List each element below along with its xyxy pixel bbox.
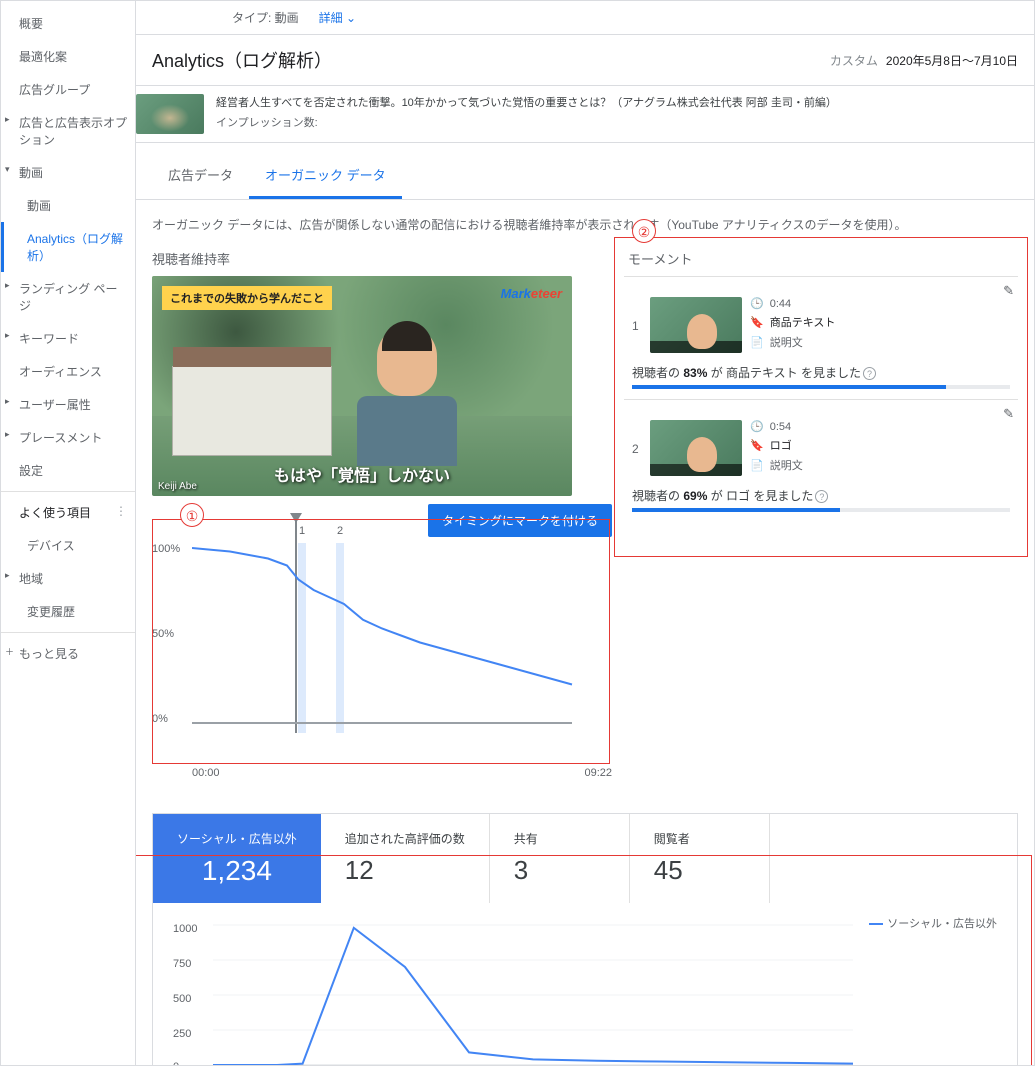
y-tick-100: 100% — [152, 543, 180, 555]
side-item-keywords[interactable]: ▸キーワード — [1, 322, 135, 355]
ts-y-tick: 0 — [173, 1061, 179, 1065]
sidebar: 概要 最適化案 広告グループ ▸広告と広告表示オプション ▾動画 動画 Anal… — [1, 1, 136, 1065]
metric-label: ソーシャル・広告以外 — [177, 830, 297, 847]
side-section-frequent: よく使う項目 ⋮ — [1, 496, 135, 529]
metric-value: 3 — [514, 855, 605, 886]
moment-thumb-2[interactable] — [650, 420, 742, 476]
side-item-analytics[interactable]: Analytics（ログ解析） — [1, 222, 135, 272]
video-thumbnail[interactable] — [136, 94, 204, 134]
moment-stat-1: 視聴者の 83% が 商品テキスト を見ました? — [632, 364, 1010, 381]
moment-card-1: ✎ 1 🕒 0:44 🔖 商品テキスト 📄 説明文 視聴者の 83% が 商品テキスト… — [624, 276, 1018, 399]
organic-hint: オーガニック データには、広告が関係しない通常の配信における視聴者維持率が表示さ… — [152, 216, 1018, 233]
metrics-panel: ソーシャル・広告以外 1,234 追加された高評価の数 12 共有 3 閲覧 — [152, 813, 1018, 1065]
edit-moment-2-button[interactable]: ✎ — [1003, 406, 1014, 422]
edit-moment-1-button[interactable]: ✎ — [1003, 283, 1014, 299]
moment-time: 0:54 — [770, 421, 791, 433]
x-tick-end: 09:22 — [584, 767, 612, 779]
impressions-label: インプレッション数: — [216, 114, 837, 130]
timeseries-chart[interactable]: ソーシャル・広告以外 1000 750 500 250 0 2020年5月8日 … — [153, 903, 1017, 1065]
name-overlay: Keiji Abe — [158, 481, 197, 492]
metric-label: 追加された高評価の数 — [345, 830, 465, 847]
y-tick-0: 0% — [152, 713, 168, 725]
page-title: Analytics（ログ解析） — [152, 47, 830, 73]
y-tick-50: 50% — [152, 628, 174, 640]
topbar: タイプ: 動画 詳細 ⌄ — [136, 1, 1034, 35]
video-player[interactable]: これまでの失敗から学んだこと Marketeer もはや「覚悟」しかない Kei… — [152, 276, 572, 496]
ts-y-tick: 1000 — [173, 923, 197, 935]
detail-dropdown[interactable]: 詳細 ⌄ — [319, 9, 356, 26]
tabs: 広告データ オーガニック データ — [136, 153, 1034, 200]
mark-timing-button[interactable]: タイミングにマークを付ける — [428, 504, 612, 537]
side-item-more[interactable]: ＋もっと見る — [1, 637, 135, 670]
side-item-overview[interactable]: 概要 — [1, 7, 135, 40]
side-item-ads-extensions[interactable]: ▸広告と広告表示オプション — [1, 106, 135, 156]
side-item-adgroups[interactable]: 広告グループ — [1, 73, 135, 106]
help-icon[interactable]: ? — [863, 367, 876, 380]
video-header: 経営者人生すべてを否定された衝撃。10年かかって気づいた覚悟の重要さとは？（アナ… — [136, 86, 1034, 143]
subtitle-overlay: もはや「覚悟」しかない — [274, 462, 450, 486]
help-icon[interactable]: ? — [815, 490, 828, 503]
chart-marker-2: 2 — [337, 525, 343, 537]
titlebar: Analytics（ログ解析） カスタム 2020年5月8日～7月10日 — [136, 35, 1034, 86]
brand-overlay: Marketeer — [501, 286, 562, 301]
side-item-video-parent[interactable]: ▾動画 — [1, 156, 135, 189]
metric-label: 閲覧者 — [654, 830, 745, 847]
ts-y-tick: 500 — [173, 993, 191, 1005]
side-item-devices[interactable]: デバイス — [1, 529, 135, 562]
moment-card-2: ✎ 2 🕒 0:54 🔖 ロゴ 📄 説明文 視聴者の 69% が ロゴ を見ました? — [624, 399, 1018, 522]
retention-title: 視聴者維持率 — [152, 249, 612, 268]
metric-likes[interactable]: 追加された高評価の数 12 — [321, 814, 490, 903]
side-item-recommendations[interactable]: 最適化案 — [1, 40, 135, 73]
side-item-settings[interactable]: 設定 — [1, 454, 135, 487]
type-label: タイプ: 動画 — [232, 9, 299, 26]
video-title: 経営者人生すべてを否定された衝撃。10年かかって気づいた覚悟の重要さとは？（アナ… — [216, 94, 837, 110]
page-icon: 📄 — [750, 459, 764, 472]
date-range-label: カスタム — [830, 52, 878, 69]
moment-title: ロゴ — [770, 437, 792, 453]
caption-overlay: これまでの失敗から学んだこと — [162, 286, 332, 310]
side-item-video[interactable]: 動画 — [1, 189, 135, 222]
callout-1: ① — [180, 503, 204, 527]
bookmark-icon: 🔖 — [750, 316, 764, 329]
clock-icon: 🕒 — [750, 420, 764, 433]
metric-value: 12 — [345, 855, 465, 886]
callout-2: ② — [632, 219, 656, 243]
moment-time: 0:44 — [770, 298, 791, 310]
tab-organic-data[interactable]: オーガニック データ — [249, 153, 402, 199]
ts-y-tick: 250 — [173, 1028, 191, 1040]
side-item-landing-pages[interactable]: ▸ランディング ページ — [1, 272, 135, 322]
chart-marker-1: 1 — [299, 525, 305, 537]
metric-primary[interactable]: ソーシャル・広告以外 1,234 — [153, 814, 321, 903]
moment-thumb-1[interactable] — [650, 297, 742, 353]
moment-desc: 説明文 — [770, 334, 803, 350]
side-item-audiences[interactable]: オーディエンス — [1, 355, 135, 388]
moment-title: 商品テキスト — [770, 314, 836, 330]
side-item-demographics[interactable]: ▸ユーザー属性 — [1, 388, 135, 421]
side-item-locations[interactable]: ▸地域 — [1, 562, 135, 595]
metric-label: 共有 — [514, 830, 605, 847]
clock-icon: 🕒 — [750, 297, 764, 310]
retention-chart[interactable]: 100% 50% 0% 00:00 09:22 1 2 — [152, 543, 612, 763]
side-item-change-history[interactable]: 変更履歴 — [1, 595, 135, 628]
page-icon: 📄 — [750, 336, 764, 349]
moment-index: 1 — [632, 319, 642, 333]
metric-shares[interactable]: 共有 3 — [490, 814, 630, 903]
bookmark-icon: 🔖 — [750, 439, 764, 452]
metric-value: 45 — [654, 855, 745, 886]
x-tick-start: 00:00 — [192, 767, 220, 779]
side-item-placements[interactable]: ▸プレースメント — [1, 421, 135, 454]
moment-index: 2 — [632, 442, 642, 456]
date-range-picker[interactable]: 2020年5月8日～7月10日 — [886, 52, 1018, 69]
moment-stat-2: 視聴者の 69% が ロゴ を見ました? — [632, 487, 1010, 504]
ts-y-tick: 750 — [173, 958, 191, 970]
main: タイプ: 動画 詳細 ⌄ Analytics（ログ解析） カスタム 2020年5… — [136, 1, 1034, 1065]
tab-ad-data[interactable]: 広告データ — [152, 153, 249, 199]
moment-desc: 説明文 — [770, 457, 803, 473]
metric-viewers[interactable]: 閲覧者 45 — [630, 814, 770, 903]
moments-title: モーメント — [628, 249, 1018, 268]
metric-value: 1,234 — [177, 855, 297, 887]
